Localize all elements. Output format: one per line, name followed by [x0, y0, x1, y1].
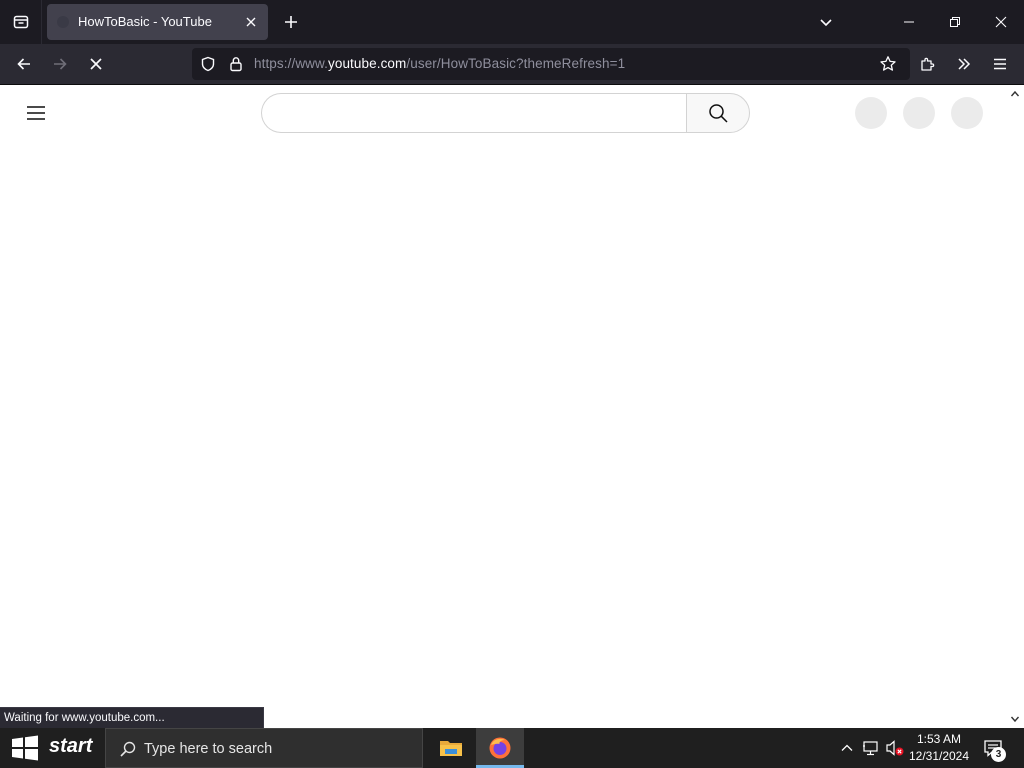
- scroll-up-arrow[interactable]: [1008, 87, 1022, 101]
- tab-youtube[interactable]: HowToBasic - YouTube: [47, 4, 268, 40]
- scroll-down-arrow[interactable]: [1008, 712, 1022, 726]
- screen: HowToBasic - YouTube https://www.youtube…: [0, 0, 1024, 768]
- back-button[interactable]: [10, 50, 38, 78]
- list-all-tabs-button[interactable]: [0, 0, 42, 44]
- network-icon: [863, 741, 878, 756]
- bookmark-button[interactable]: [876, 52, 900, 76]
- volume-muted-icon: [886, 740, 904, 756]
- tab-close-button[interactable]: [240, 11, 262, 33]
- stop-icon: [90, 58, 102, 70]
- url-domain: youtube.com: [327, 56, 407, 71]
- tab-strip: HowToBasic - YouTube: [0, 0, 1024, 44]
- topbar-placeholder-button-1[interactable]: [855, 97, 887, 129]
- taskbar: start Type here to search 1:53 AM 12/31/…: [0, 728, 1024, 768]
- overflow-icon: [958, 58, 971, 70]
- taskbar-search-box[interactable]: Type here to search: [105, 728, 423, 768]
- taskbar-clock[interactable]: 1:53 AM 12/31/2024: [906, 731, 972, 765]
- chevron-down-icon: [1010, 716, 1020, 723]
- clock-time: 1:53 AM: [916, 732, 962, 746]
- minimize-icon: [904, 21, 914, 23]
- app-menu-button[interactable]: [986, 50, 1014, 78]
- extensions-button[interactable]: [914, 50, 942, 78]
- shield-icon: [201, 56, 215, 72]
- file-explorer-icon: [440, 741, 462, 756]
- close-icon: [246, 17, 256, 27]
- search-box: [261, 93, 687, 133]
- status-panel: Waiting for www.youtube.com...: [0, 707, 264, 728]
- star-icon: [880, 56, 896, 71]
- windows-logo-icon: [12, 735, 38, 761]
- notification-count-badge: 3: [991, 747, 1006, 762]
- firefox-icon: [489, 737, 511, 759]
- plus-icon: [285, 16, 297, 28]
- taskbar-search-icon-wrap: [118, 739, 138, 759]
- clock-date: 12/31/2024: [908, 749, 970, 763]
- window-restore-button[interactable]: [932, 0, 978, 44]
- search-button[interactable]: [686, 93, 750, 133]
- list-all-tabs-icon: [13, 15, 28, 29]
- hamburger-icon: [27, 106, 45, 120]
- status-text: Waiting for www.youtube.com...: [4, 712, 165, 724]
- volume-tray-button[interactable]: [885, 738, 905, 758]
- tracking-protection-button[interactable]: [198, 54, 218, 74]
- hamburger-menu-icon: [994, 58, 1006, 70]
- maximize-icon: [950, 17, 960, 27]
- close-window-icon: [995, 16, 1007, 28]
- taskbar-firefox[interactable]: [476, 728, 524, 768]
- topbar-placeholder-button-3[interactable]: [951, 97, 983, 129]
- tab-favicon: [57, 16, 69, 28]
- network-tray-button[interactable]: [861, 738, 881, 758]
- page-content: [0, 85, 1024, 728]
- site-info-button[interactable]: [226, 54, 246, 74]
- url-path: /user/HowToBasic?themeRefresh=1: [406, 56, 626, 71]
- chevron-down-icon: [820, 19, 832, 27]
- search-icon: [120, 741, 136, 757]
- chevron-up-icon: [841, 744, 853, 751]
- navigation-toolbar: https://www.youtube.com/user/HowToBasic?…: [0, 44, 1024, 85]
- url-prefix: https://www.: [254, 56, 328, 71]
- chevron-up-icon: [1010, 90, 1020, 97]
- list-tabs-dropdown-button[interactable]: [812, 8, 840, 36]
- topbar-placeholder-button-2[interactable]: [903, 97, 935, 129]
- window-close-button[interactable]: [978, 0, 1024, 44]
- start-button[interactable]: start: [0, 728, 104, 768]
- tab-title: HowToBasic - YouTube: [78, 14, 212, 29]
- guide-menu-button[interactable]: [20, 99, 52, 127]
- search-input[interactable]: [262, 94, 687, 132]
- url-bar[interactable]: https://www.youtube.com/user/HowToBasic?…: [192, 48, 910, 80]
- forward-arrow-icon: [54, 58, 67, 70]
- start-label: start: [49, 735, 93, 757]
- window-minimize-button[interactable]: [886, 0, 932, 44]
- taskbar-file-explorer[interactable]: [427, 728, 475, 768]
- forward-button[interactable]: [46, 50, 74, 78]
- show-hidden-icons-button[interactable]: [837, 738, 857, 758]
- url-text[interactable]: https://www.youtube.com/user/HowToBasic?…: [254, 56, 625, 71]
- stop-loading-button[interactable]: [82, 50, 110, 78]
- new-tab-button[interactable]: [277, 8, 305, 36]
- back-arrow-icon: [17, 58, 30, 70]
- extensions-icon: [921, 57, 935, 71]
- taskbar-search-placeholder: Type here to search: [144, 741, 273, 757]
- more-tools-button[interactable]: [950, 50, 978, 78]
- search-icon: [709, 104, 728, 123]
- lock-icon: [230, 57, 242, 72]
